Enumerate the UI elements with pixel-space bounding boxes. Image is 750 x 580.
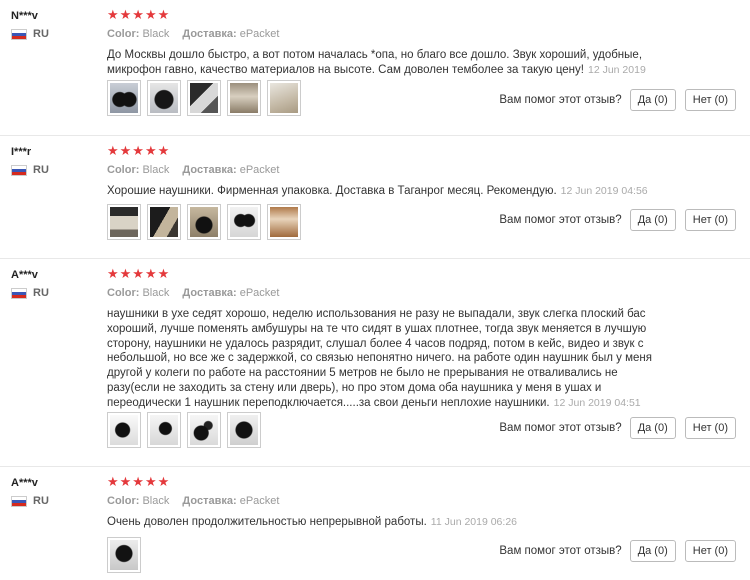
photo-strip (107, 204, 301, 240)
russia-flag-icon (11, 164, 27, 176)
russia-flag-icon (11, 287, 27, 299)
russia-flag-icon (11, 28, 27, 40)
review-text: наушники в ухе седят хорошо, неделю испо… (107, 308, 652, 409)
review-date: 12 Jun 2019 04:56 (560, 185, 648, 197)
star-rating: ★★★★★ (107, 7, 171, 22)
helpful-question: Вам помог этот отзыв? (499, 214, 622, 226)
photo-thumbnail[interactable] (147, 204, 181, 240)
vote-yes-button[interactable]: Да (0) (629, 209, 676, 231)
vote-yes-button[interactable]: Да (0) (629, 540, 676, 562)
photo-thumbnail[interactable] (227, 412, 261, 448)
russia-flag-icon (11, 495, 27, 507)
helpful-vote: Вам помог этот отзыв? Да (0) Нет (0) (499, 417, 736, 439)
vote-yes-button[interactable]: Да (0) (629, 89, 676, 111)
photo-thumbnail[interactable] (147, 412, 181, 448)
vote-no-button[interactable]: Нет (0) (684, 89, 736, 111)
shipping-value: ePacket (239, 287, 280, 299)
review-text: Очень доволен продолжительностью непреры… (107, 516, 517, 528)
helpful-vote: Вам помог этот отзыв? Да (0) Нет (0) (499, 540, 736, 562)
review-item: N***v RU ★★★★★ Color: Black Доставка: eP… (0, 0, 750, 136)
reviewer-info: N***v RU (11, 10, 101, 40)
photo-strip (107, 537, 141, 573)
reviewer-info: I***r RU (11, 146, 101, 176)
country-code: RU (33, 164, 49, 176)
photo-thumbnail[interactable] (267, 80, 301, 116)
helpful-question: Вам помог этот отзыв? (499, 545, 622, 557)
vote-no-button[interactable]: Нет (0) (684, 417, 736, 439)
star-rating: ★★★★★ (107, 143, 171, 158)
vote-yes-button[interactable]: Да (0) (629, 417, 676, 439)
order-info: Color: Black Доставка: ePacket (107, 287, 280, 299)
vote-no-button[interactable]: Нет (0) (684, 540, 736, 562)
helpful-question: Вам помог этот отзыв? (499, 422, 622, 434)
photo-thumbnail[interactable] (187, 80, 221, 116)
shipping-value: ePacket (239, 495, 280, 507)
country-code: RU (33, 28, 49, 40)
reviewer-name: I***r (11, 146, 32, 158)
reviewer-info: A***v RU (11, 477, 101, 507)
photo-thumbnail[interactable] (107, 204, 141, 240)
reviewer-name: A***v (11, 269, 38, 281)
review-date: 11 Jun 2019 06:26 (430, 516, 517, 528)
order-info: Color: Black Доставка: ePacket (107, 164, 280, 176)
color-value: Black (142, 495, 170, 507)
photo-thumbnail[interactable] (147, 80, 181, 116)
helpful-vote: Вам помог этот отзыв? Да (0) Нет (0) (499, 89, 736, 111)
country-code: RU (33, 287, 49, 299)
order-info: Color: Black Доставка: ePacket (107, 495, 280, 507)
helpful-vote: Вам помог этот отзыв? Да (0) Нет (0) (499, 209, 736, 231)
color-value: Black (142, 28, 170, 40)
shipping-value: ePacket (239, 164, 280, 176)
star-rating: ★★★★★ (107, 474, 171, 489)
review-date: 12 Jun 2019 04:51 (553, 396, 641, 409)
country-code: RU (33, 495, 49, 507)
reviewer-info: A***v RU (11, 269, 101, 299)
color-value: Black (142, 164, 170, 176)
photo-strip (107, 412, 261, 448)
photo-thumbnail[interactable] (267, 204, 301, 240)
review-item: A***v RU ★★★★★ Color: Black Доставка: eP… (0, 259, 750, 467)
shipping-value: ePacket (239, 28, 280, 40)
reviewer-name: A***v (11, 477, 38, 489)
photo-strip (107, 80, 301, 116)
photo-thumbnail[interactable] (187, 412, 221, 448)
order-info: Color: Black Доставка: ePacket (107, 28, 280, 40)
photo-thumbnail[interactable] (227, 204, 261, 240)
review-text: Хорошие наушники. Фирменная упаковка. До… (107, 185, 648, 197)
reviewer-name: N***v (11, 10, 38, 22)
review-item: A***v RU ★★★★★ Color: Black Доставка: eP… (0, 467, 750, 580)
photo-thumbnail[interactable] (107, 80, 141, 116)
color-value: Black (142, 287, 170, 299)
vote-no-button[interactable]: Нет (0) (684, 209, 736, 231)
photo-thumbnail[interactable] (107, 537, 141, 573)
review-item: I***r RU ★★★★★ Color: Black Доставка: eP… (0, 136, 750, 259)
helpful-question: Вам помог этот отзыв? (499, 94, 622, 106)
star-rating: ★★★★★ (107, 266, 171, 281)
photo-thumbnail[interactable] (227, 80, 261, 116)
photo-thumbnail[interactable] (107, 412, 141, 448)
photo-thumbnail[interactable] (187, 204, 221, 240)
